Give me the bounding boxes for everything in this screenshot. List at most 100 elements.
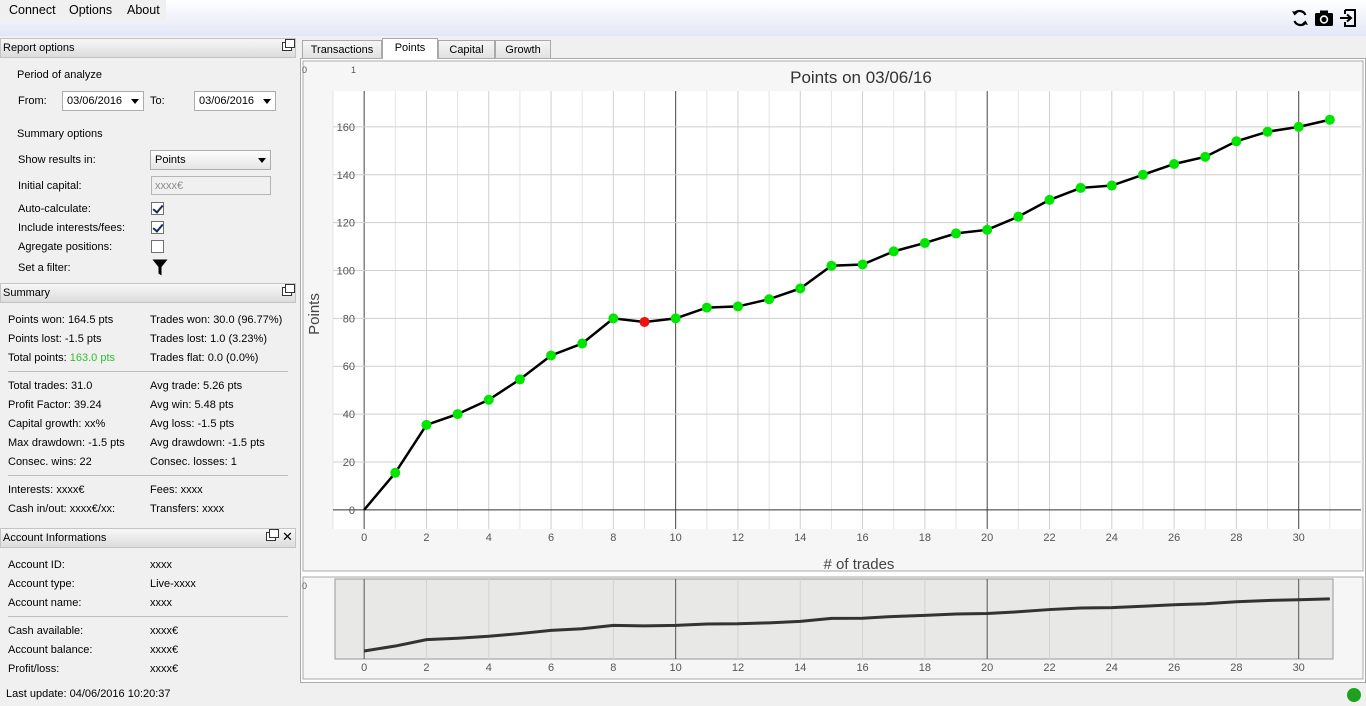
points-won-label: Points won: (8, 314, 65, 326)
x-tick-label: 24 (1106, 532, 1118, 544)
trades-lost-value: 1.0 (3.23%) (210, 333, 267, 345)
trades-won-label: Trades won: (150, 314, 211, 326)
camera-icon[interactable] (1314, 8, 1334, 28)
win-trade-point (826, 260, 837, 271)
divider (8, 371, 288, 372)
win-trade-point (982, 224, 993, 235)
to-label: To: (150, 95, 165, 107)
win-trade-point (514, 374, 525, 385)
win-trade-point (1075, 182, 1086, 193)
y-tick-label: 80 (343, 313, 355, 325)
trades-won: Trades won: 30.0 (96.77%) (150, 314, 282, 326)
auto-calc-checkbox[interactable] (151, 202, 164, 215)
win-trade-point (1013, 211, 1024, 222)
tab-points[interactable]: Points (382, 38, 438, 59)
profit-factor-value: 39.24 (74, 399, 102, 411)
account-name-value: xxxx (150, 597, 172, 609)
x-tick-label: 8 (610, 532, 616, 544)
win-trade-point (1262, 126, 1273, 137)
cash-available-label: Cash available: (8, 625, 84, 637)
win-trade-point (483, 394, 494, 405)
x-tick-label: 18 (919, 532, 931, 544)
avg-trade-label: Avg trade: (150, 380, 200, 392)
menu-connect[interactable]: Connect (7, 3, 58, 17)
divider (8, 475, 288, 476)
float-panel-icon[interactable] (282, 39, 295, 51)
win-trade-point (608, 313, 619, 324)
overview-x-tick-label: 22 (1043, 662, 1055, 674)
fees: Fees: xxxx (150, 484, 203, 496)
consec-wins-label: Consec. wins: (8, 456, 77, 468)
initial-capital-input[interactable]: xxxx€ (151, 176, 271, 195)
points-lost: Points lost: -1.5 pts (8, 333, 102, 345)
overview-x-tick-label: 24 (1106, 662, 1118, 674)
overview-corner-left: 0 (302, 581, 307, 591)
tab-transactions[interactable]: Transactions (302, 40, 382, 59)
account-header: Account Informations ✕ (0, 528, 296, 548)
x-tick-label: 20 (981, 532, 993, 544)
y-tick-label: 60 (343, 361, 355, 373)
overview-x-tick-label: 26 (1168, 662, 1180, 674)
account-id-label: Account ID: (8, 559, 65, 571)
x-tick-label: 14 (794, 532, 806, 544)
show-results-value: Points (155, 154, 186, 166)
filter-label: Set a filter: (18, 262, 71, 274)
to-date-select[interactable]: 03/06/2016 (194, 91, 276, 111)
win-trade-point (546, 350, 557, 361)
transfers-label: Transfers: (150, 503, 200, 515)
max-drawdown-label: Max drawdown: (8, 437, 86, 449)
float-panel-icon[interactable] (282, 284, 295, 296)
max-drawdown: Max drawdown: -1.5 pts (8, 437, 125, 449)
report-options-title: Report options (3, 42, 75, 54)
include-fees-label: Include interests/fees: (18, 222, 126, 234)
export-icon[interactable] (1339, 8, 1359, 28)
menu-about[interactable]: About (125, 3, 162, 17)
divider (8, 616, 288, 617)
avg-drawdown-label: Avg drawdown: (150, 437, 226, 449)
aggregate-checkbox[interactable] (151, 240, 164, 253)
account-type-value: Live-xxxx (150, 578, 196, 590)
left-panel: Report options Period of analyze From: 0… (0, 36, 298, 706)
avg-win: Avg win: 5.48 pts (150, 399, 234, 411)
auto-calc-label: Auto-calculate: (18, 203, 91, 215)
profit-factor: Profit Factor: 39.24 (8, 399, 102, 411)
show-results-select[interactable]: Points (150, 150, 271, 170)
interests: Interests: xxxx€ (8, 484, 84, 496)
chart-corner-label: 1 (351, 65, 356, 75)
overview-x-tick-label: 12 (732, 662, 744, 674)
overview-x-tick-label: 30 (1293, 662, 1305, 674)
overview-x-tick-label: 14 (794, 662, 806, 674)
refresh-icon[interactable] (1290, 8, 1310, 28)
float-panel-icon[interactable] (266, 529, 279, 541)
avg-drawdown: Avg drawdown: -1.5 pts (150, 437, 265, 449)
from-date-value: 03/06/2016 (67, 95, 123, 107)
tab-growth[interactable]: Growth (495, 40, 551, 59)
consec-losses-label: Consec. losses: (150, 456, 228, 468)
chevron-down-icon (131, 99, 139, 104)
points-won: Points won: 164.5 pts (8, 314, 113, 326)
interests-value: xxxx€ (56, 484, 85, 496)
max-drawdown-value: -1.5 pts (88, 437, 125, 449)
win-trade-point (764, 294, 775, 305)
overview-x-tick-label: 18 (919, 662, 931, 674)
tab-capital[interactable]: Capital (438, 40, 495, 59)
account-type-label: Account type: (8, 578, 75, 590)
menu-options[interactable]: Options (67, 3, 114, 17)
filter-icon[interactable] (152, 259, 168, 276)
avg-loss-label: Avg loss: (150, 418, 195, 430)
close-icon[interactable]: ✕ (282, 529, 293, 545)
from-date-select[interactable]: 03/06/2016 (62, 91, 144, 111)
overview-x-tick-label: 16 (856, 662, 868, 674)
consec-wins: Consec. wins: 22 (8, 456, 92, 468)
points-lost-value: -1.5 pts (64, 333, 102, 345)
points-chart[interactable]: 0 1 Points on 03/06/16 # of trades Point… (301, 59, 1365, 682)
consec-losses-value: 1 (230, 456, 237, 468)
y-axis-label: Points (306, 293, 323, 335)
win-trade-point (390, 467, 401, 478)
from-label: From: (18, 95, 47, 107)
x-tick-label: 28 (1230, 532, 1242, 544)
win-trade-point (919, 237, 930, 248)
total-points-label: Total points: (8, 352, 67, 364)
x-tick-label: 4 (486, 532, 492, 544)
include-fees-checkbox[interactable] (151, 221, 164, 234)
